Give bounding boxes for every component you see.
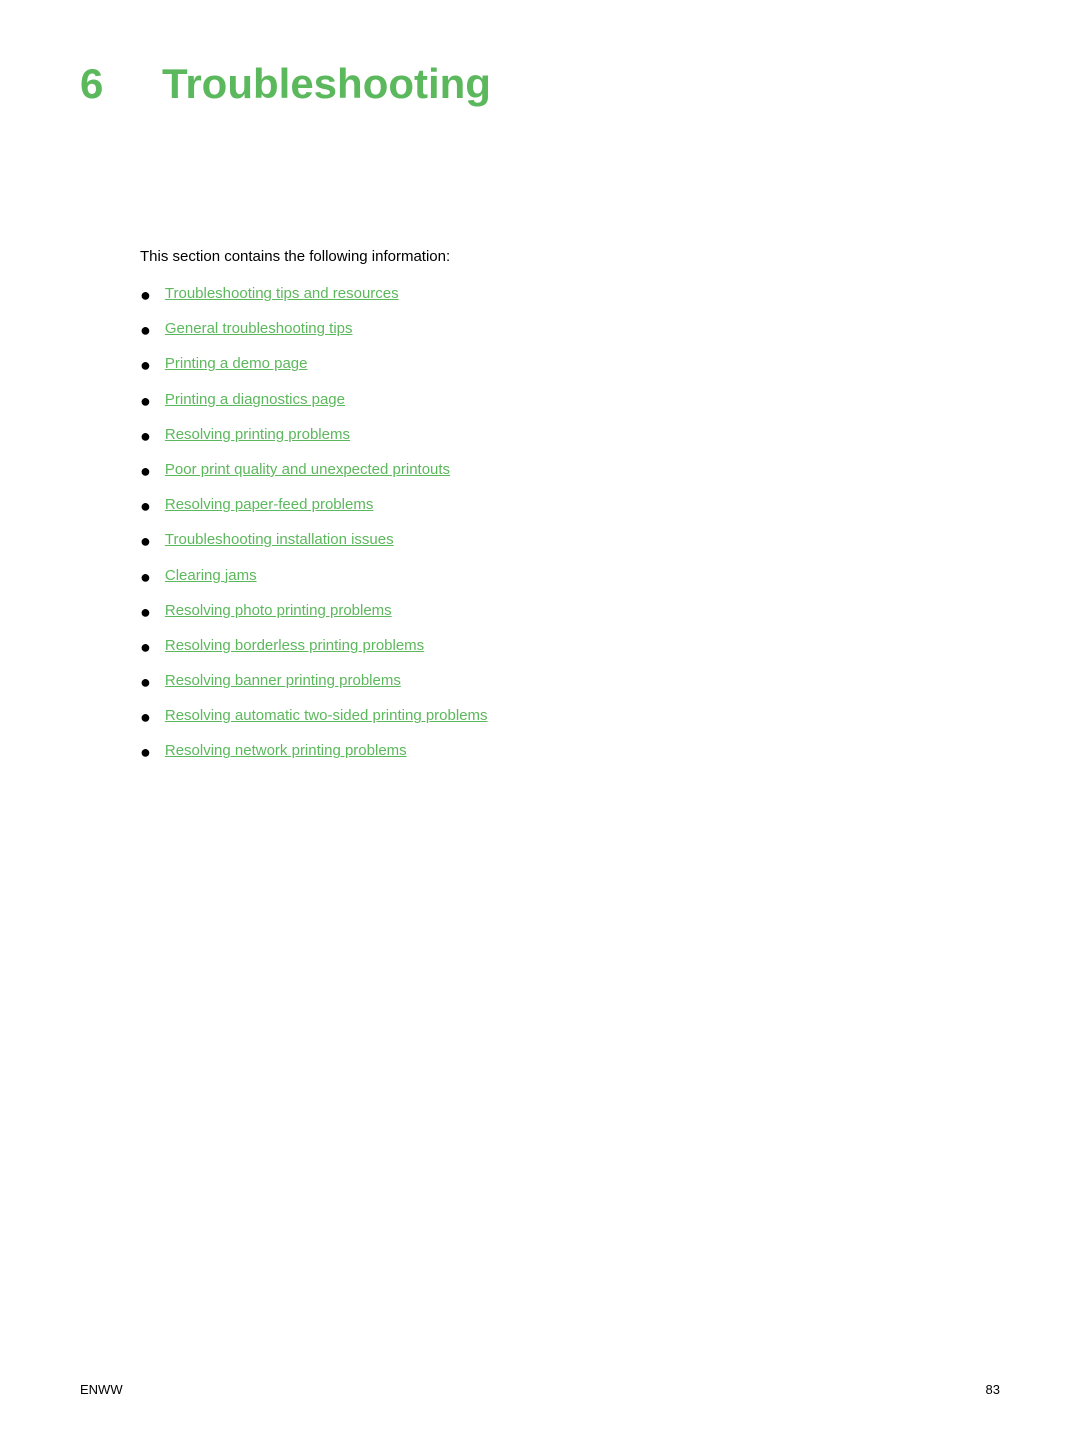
toc-link-11[interactable]: Resolving banner printing problems [165, 670, 401, 691]
bullet-icon: ● [140, 635, 151, 660]
bullet-icon: ● [140, 705, 151, 730]
bullet-icon: ● [140, 565, 151, 590]
toc-link-2[interactable]: Printing a demo page [165, 353, 308, 374]
toc-link-8[interactable]: Clearing jams [165, 565, 257, 586]
bullet-icon: ● [140, 600, 151, 625]
list-item: ● Troubleshooting tips and resources [140, 283, 1000, 308]
bullet-icon: ● [140, 670, 151, 695]
chapter-number: 6 [80, 60, 130, 108]
toc-link-4[interactable]: Resolving printing problems [165, 424, 350, 445]
toc-link-5[interactable]: Poor print quality and unexpected printo… [165, 459, 450, 480]
list-item: ● Resolving paper-feed problems [140, 494, 1000, 519]
list-item: ● General troubleshooting tips [140, 318, 1000, 343]
toc-link-3[interactable]: Printing a diagnostics page [165, 389, 345, 410]
toc-link-0[interactable]: Troubleshooting tips and resources [165, 283, 399, 304]
page-footer: ENWW 83 [80, 1382, 1000, 1397]
bullet-icon: ● [140, 529, 151, 554]
list-item: ● Poor print quality and unexpected print… [140, 459, 1000, 484]
bullet-icon: ● [140, 740, 151, 765]
chapter-title: Troubleshooting [162, 60, 491, 108]
intro-text: This section contains the following info… [140, 248, 1000, 265]
toc-link-6[interactable]: Resolving paper-feed problems [165, 494, 373, 515]
bullet-icon: ● [140, 459, 151, 484]
toc-list: ● Troubleshooting tips and resources ● Gene… [140, 283, 1000, 766]
list-item: ● Resolving printing problems [140, 424, 1000, 449]
toc-link-13[interactable]: Resolving network printing problems [165, 740, 407, 761]
list-item: ● Resolving banner printing problems [140, 670, 1000, 695]
toc-link-10[interactable]: Resolving borderless printing problems [165, 635, 424, 656]
toc-link-9[interactable]: Resolving photo printing problems [165, 600, 392, 621]
chapter-header: 6 Troubleshooting [80, 60, 1000, 108]
bullet-icon: ● [140, 389, 151, 414]
bullet-icon: ● [140, 494, 151, 519]
footer-left-text: ENWW [80, 1382, 123, 1397]
list-item: ● Printing a demo page [140, 353, 1000, 378]
list-item: ● Printing a diagnostics page [140, 389, 1000, 414]
list-item: ● Troubleshooting installation issues [140, 529, 1000, 554]
page-container: 6 Troubleshooting This section contains … [0, 0, 1080, 1437]
list-item: ● Clearing jams [140, 565, 1000, 590]
list-item: ● Resolving network printing problems [140, 740, 1000, 765]
toc-link-12[interactable]: Resolving automatic two-sided printing p… [165, 705, 488, 726]
toc-link-7[interactable]: Troubleshooting installation issues [165, 529, 394, 550]
bullet-icon: ● [140, 424, 151, 449]
bullet-icon: ● [140, 353, 151, 378]
list-item: ● Resolving photo printing problems [140, 600, 1000, 625]
list-item: ● Resolving borderless printing problems [140, 635, 1000, 660]
footer-page-number: 83 [986, 1382, 1000, 1397]
bullet-icon: ● [140, 283, 151, 308]
toc-link-1[interactable]: General troubleshooting tips [165, 318, 353, 339]
list-item: ● Resolving automatic two-sided printing … [140, 705, 1000, 730]
bullet-icon: ● [140, 318, 151, 343]
